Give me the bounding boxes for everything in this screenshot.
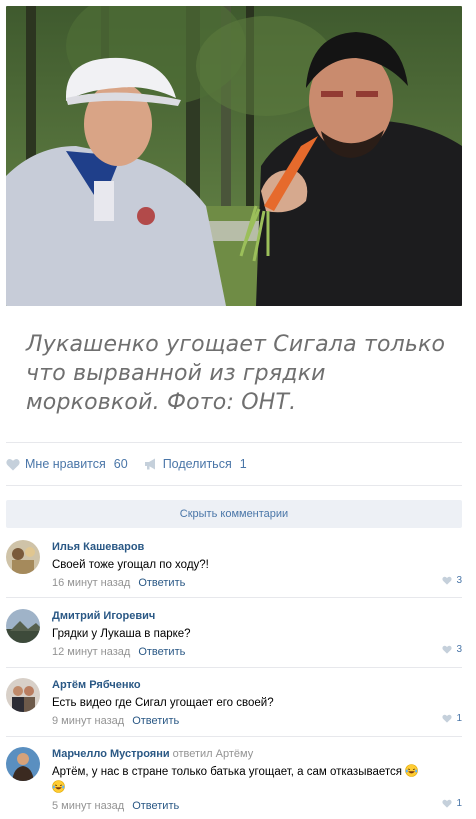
comment-author[interactable]: Артём Рябченко	[52, 678, 460, 692]
like-button[interactable]: Мне нравится 60	[6, 457, 128, 471]
heart-icon	[442, 576, 453, 585]
avatar-image	[6, 678, 40, 712]
comment-time[interactable]: 12 минут назад	[52, 646, 130, 658]
reply-link[interactable]: Ответить	[132, 800, 179, 812]
comment-like-button[interactable]: 1	[442, 798, 462, 809]
divider	[6, 597, 462, 598]
share-button[interactable]: Поделиться 1	[144, 457, 247, 471]
comment-like-count: 3	[456, 575, 462, 586]
heart-icon	[442, 799, 453, 808]
replied-label: ответил	[172, 748, 213, 760]
megaphone-icon	[144, 458, 155, 470]
photo-image	[6, 6, 462, 306]
comment-like-button[interactable]: 1	[442, 713, 462, 724]
laughing-crying-emoji-icon	[52, 780, 65, 793]
avatar[interactable]	[6, 540, 40, 574]
comment-time[interactable]: 9 минут назад	[52, 715, 124, 727]
reply-link[interactable]: Ответить	[132, 715, 179, 727]
share-label: Поделиться	[162, 457, 232, 471]
divider	[6, 736, 462, 737]
avatar-image	[6, 540, 40, 574]
comment-author[interactable]: Дмитрий Игоревич	[52, 609, 460, 623]
share-count: 1	[239, 457, 247, 471]
avatar-image	[6, 747, 40, 781]
comment-like-count: 1	[456, 713, 462, 724]
comment-time[interactable]: 16 минут назад	[52, 577, 130, 589]
comment-text: Артём, у нас в стране только батька угощ…	[52, 764, 460, 796]
comment-author: Марчелло Мустрояни ответил Артёму	[52, 747, 460, 761]
post-actions: Мне нравится 60 Поделиться 1	[6, 455, 247, 473]
comment-author-name[interactable]: Марчелло Мустрояни	[52, 748, 170, 760]
comment-text-body: Артём, у нас в стране только батька угощ…	[52, 766, 402, 778]
avatar[interactable]	[6, 609, 40, 643]
like-label: Мне нравится	[25, 457, 106, 471]
laughing-crying-emoji-icon	[405, 764, 418, 777]
reply-link[interactable]: Ответить	[138, 577, 185, 589]
heart-icon	[442, 714, 453, 723]
comment-like-button[interactable]: 3	[442, 644, 462, 655]
divider	[6, 485, 462, 486]
like-count: 60	[113, 457, 128, 471]
heart-icon	[6, 458, 20, 470]
post-caption: Лукашенко угощает Сигала только что вырв…	[26, 332, 446, 415]
comment-time[interactable]: 5 минут назад	[52, 800, 124, 812]
comment-text: Есть видео где Сигал угощает его своей?	[52, 697, 274, 709]
comment-text: Своей тоже угощал по ходу?!	[52, 559, 209, 571]
comment-like-count: 1	[456, 798, 462, 809]
avatar-image	[6, 609, 40, 643]
comment-text: Грядки у Лукаша в парке?	[52, 628, 191, 640]
reply-link[interactable]: Ответить	[138, 646, 185, 658]
comment-author[interactable]: Илья Кашеваров	[52, 540, 460, 554]
post-photo[interactable]	[6, 6, 462, 306]
comment-like-count: 3	[456, 644, 462, 655]
divider	[6, 442, 462, 443]
hide-comments-button[interactable]: Скрыть комментарии	[6, 500, 462, 528]
divider	[6, 667, 462, 668]
comment-like-button[interactable]: 3	[442, 575, 462, 586]
hide-comments-label: Скрыть комментарии	[179, 508, 289, 520]
avatar[interactable]	[6, 747, 40, 781]
avatar[interactable]	[6, 678, 40, 712]
heart-icon	[442, 645, 453, 654]
replied-to-link[interactable]: Артёму	[216, 748, 254, 760]
